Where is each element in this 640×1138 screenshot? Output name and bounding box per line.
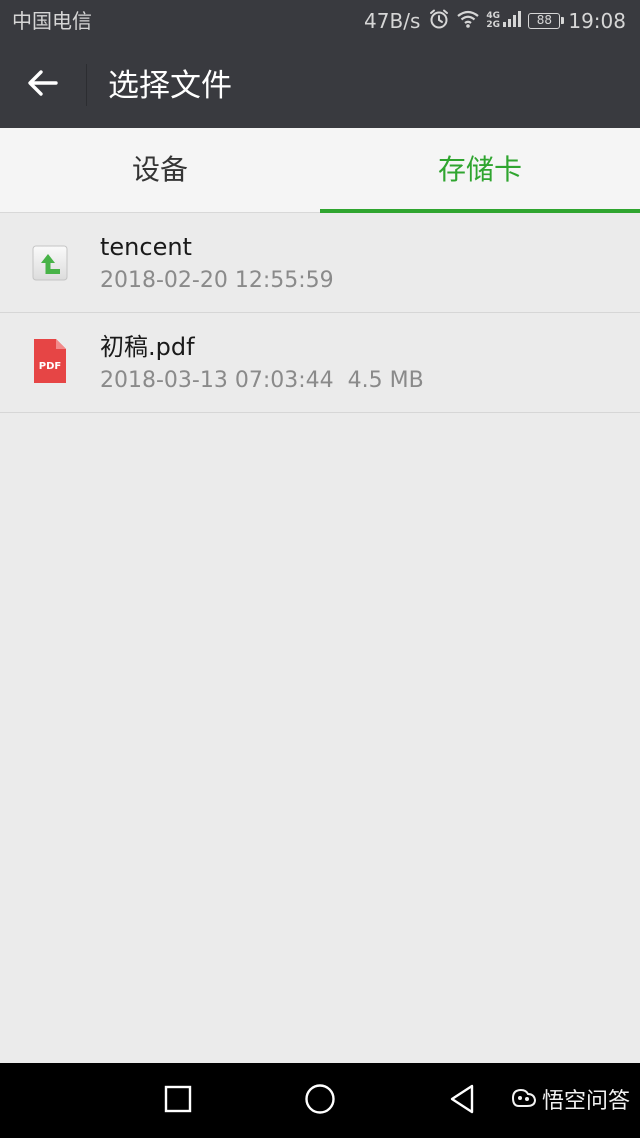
net-speed: 47B/s: [364, 9, 421, 33]
file-name: tencent: [100, 233, 192, 261]
tab-sdcard[interactable]: 存储卡: [320, 128, 640, 213]
signal-icon: [502, 9, 522, 33]
arrow-left-icon: [27, 69, 59, 101]
list-item[interactable]: tencent 2018-02-20 12:55:59: [0, 213, 640, 313]
pdf-icon-label: PDF: [39, 361, 61, 372]
list-item[interactable]: PDF 初稿.pdf 2018-03-13 07:03:44 4.5 MB: [0, 313, 640, 413]
folder-up-icon: [30, 243, 70, 283]
home-button[interactable]: [298, 1079, 342, 1123]
recent-apps-button[interactable]: [156, 1079, 200, 1123]
alarm-icon: [428, 8, 450, 35]
clock: 19:08: [568, 9, 626, 33]
wukong-logo-icon: [510, 1087, 538, 1117]
pdf-file-icon: PDF: [30, 339, 70, 383]
watermark-text: 悟空问答: [542, 1089, 631, 1114]
file-meta: 2018-03-13 07:03:44 4.5 MB: [100, 368, 424, 393]
square-icon: [163, 1084, 193, 1118]
file-name: 初稿.pdf: [100, 333, 195, 361]
back-nav-button[interactable]: [440, 1079, 484, 1123]
tab-bar: 设备 存储卡: [0, 128, 640, 213]
watermark: 悟空问答: [510, 1087, 630, 1117]
back-button[interactable]: [14, 60, 72, 110]
circle-icon: [303, 1082, 337, 1120]
action-bar: 选择文件: [0, 42, 640, 128]
network-type: 4G 2G: [486, 12, 500, 30]
action-divider: [86, 64, 87, 106]
status-indicators: 47B/s 4G 2G 88 19:08: [364, 9, 626, 33]
carrier-label: 中国电信: [12, 9, 92, 33]
file-meta: 2018-02-20 12:55:59: [100, 268, 334, 293]
tab-device[interactable]: 设备: [0, 128, 320, 213]
wifi-icon: [456, 9, 480, 34]
nav-bar: 悟空问答: [0, 1063, 640, 1138]
battery-icon: 88: [528, 13, 565, 29]
network-type-bottom: 2G: [486, 20, 501, 30]
page-title: 选择文件: [108, 68, 232, 104]
triangle-back-icon: [447, 1083, 477, 1119]
file-list: tencent 2018-02-20 12:55:59 PDF 初稿.pdf 2…: [0, 213, 640, 413]
status-bar: 中国电信 47B/s 4G 2G 88 19:08: [0, 0, 640, 42]
battery-level: 88: [536, 13, 552, 27]
